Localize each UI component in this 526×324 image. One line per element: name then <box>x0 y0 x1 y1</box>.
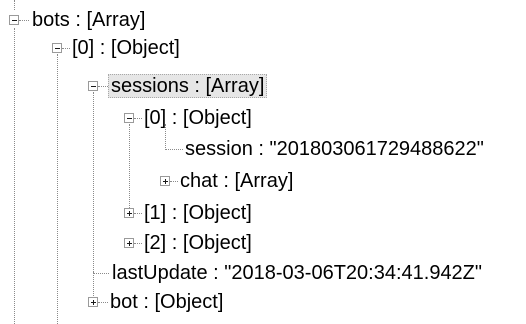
tree-node-lastupdate[interactable]: lastUpdate : "2018-03-06T20:34:41.942Z" <box>110 261 484 285</box>
plus-box-icon[interactable] <box>88 297 98 307</box>
tree-connector <box>93 92 94 272</box>
tree-connector <box>129 124 130 214</box>
tree-connector <box>93 273 109 274</box>
minus-box-icon[interactable] <box>9 15 19 25</box>
tree-node-bots[interactable]: bots : [Array] <box>30 8 147 32</box>
tree-node-sessions-2[interactable]: [2] : [Object] <box>142 231 254 255</box>
plus-box-icon[interactable] <box>124 208 134 218</box>
tree-connector <box>98 86 108 87</box>
minus-box-icon[interactable] <box>88 81 98 91</box>
tree-connector <box>170 181 178 182</box>
tree-node-chat[interactable]: chat : [Array] <box>178 169 295 193</box>
plus-box-icon[interactable] <box>124 238 134 248</box>
tree-connector <box>134 213 142 214</box>
plus-box-icon[interactable] <box>160 176 170 186</box>
minus-box-icon[interactable] <box>124 113 134 123</box>
tree-connector <box>62 48 70 49</box>
tree-node-session[interactable]: session : "201803061729488622" <box>183 137 486 161</box>
tree-node-bots-0[interactable]: [0] : [Object] <box>70 36 182 60</box>
tree-connector <box>134 243 142 244</box>
json-tree-view: bots : [Array] [0] : [Object] sessions :… <box>0 0 526 324</box>
tree-node-sessions-1[interactable]: [1] : [Object] <box>142 201 254 225</box>
tree-connector <box>165 149 183 150</box>
tree-connector <box>98 302 108 303</box>
tree-node-sessions[interactable]: sessions : [Array] <box>108 74 268 98</box>
tree-connector <box>57 54 58 324</box>
tree-node-sessions-0[interactable]: [0] : [Object] <box>142 106 254 130</box>
tree-connector <box>134 118 142 119</box>
tree-connector <box>19 20 29 21</box>
tree-connector <box>14 28 15 324</box>
tree-connector <box>93 272 94 300</box>
tree-connector <box>14 0 15 10</box>
minus-box-icon[interactable] <box>52 43 62 53</box>
tree-node-bot[interactable]: bot : [Object] <box>108 290 225 314</box>
